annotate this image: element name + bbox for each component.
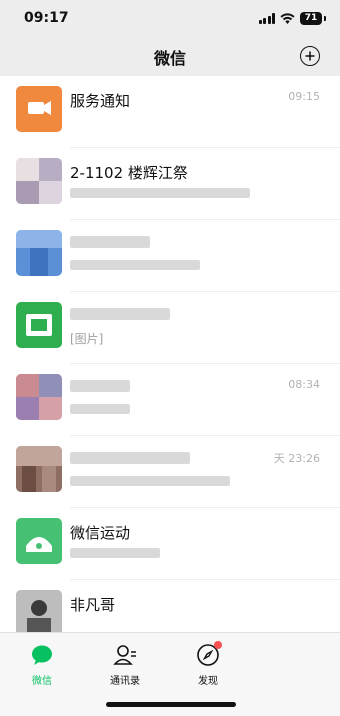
redacted-preview: [70, 548, 160, 558]
avatar: [16, 86, 62, 132]
chat-row[interactable]: 非凡哥: [0, 580, 340, 632]
contacts-icon: [113, 643, 137, 667]
battery-level: 71: [304, 13, 318, 23]
chat-name: 微信运动: [70, 524, 131, 542]
redacted-preview: [70, 260, 200, 270]
status-time: 09:17: [24, 10, 69, 26]
wifi-icon: [280, 12, 295, 24]
redacted-preview: [70, 188, 250, 198]
tab-label: 通讯录: [110, 676, 140, 687]
battery-icon: 71: [300, 11, 326, 25]
status-bar: 09:17 71: [0, 0, 340, 36]
redacted-name: [70, 308, 170, 320]
chat-row[interactable]: 2-1102 楼辉江祭: [0, 148, 340, 220]
avatar: [16, 302, 62, 348]
avatar: [16, 446, 62, 492]
avatar: [16, 590, 62, 632]
chat-row[interactable]: 08:34: [0, 364, 340, 436]
avatar: [16, 374, 62, 420]
chat-name: 2-1102 楼辉江祭: [70, 164, 188, 182]
redacted-name: [70, 380, 130, 392]
tab-label: 发现: [198, 676, 218, 687]
avatar: [16, 518, 62, 564]
plus-circle-icon: [305, 51, 315, 61]
page-title: 微信: [153, 49, 186, 68]
redacted-name: [70, 236, 150, 248]
chat-row[interactable]: 天 23:26: [0, 436, 340, 508]
chat-name: 服务通知: [70, 92, 131, 110]
redacted-preview: [70, 404, 130, 414]
tab-contacts[interactable]: 通讯录: [95, 643, 155, 693]
chat-time: 天 23:26: [273, 452, 320, 465]
chat-row[interactable]: 服务通知 09:15: [0, 76, 340, 148]
chat-name: 非凡哥: [70, 596, 116, 614]
home-indicator[interactable]: [106, 702, 236, 707]
chat-row[interactable]: [图片]: [0, 292, 340, 364]
redacted-name: [70, 452, 190, 464]
chat-preview: [图片]: [70, 332, 104, 346]
redacted-preview: [70, 476, 230, 486]
chat-row[interactable]: 微信运动: [0, 508, 340, 580]
chat-list[interactable]: 服务通知 09:15 2-1102 楼辉江祭 [图片] 08:34 天 23:2…: [0, 76, 340, 632]
tab-discover[interactable]: 发现: [178, 641, 238, 693]
notification-dot: [214, 641, 222, 649]
chat-time: 09:15: [288, 90, 320, 103]
avatar: [16, 158, 62, 204]
chat-bubble-icon: [30, 643, 54, 667]
chat-row[interactable]: [0, 220, 340, 292]
add-button[interactable]: [300, 46, 320, 66]
tab-label: 微信: [32, 676, 52, 687]
nav-bar: 微信: [0, 38, 340, 76]
status-icons: 71: [258, 11, 326, 25]
chat-time: 08:34: [288, 378, 320, 391]
cellular-signal-icon: [258, 12, 275, 24]
avatar: [16, 230, 62, 276]
tab-chats[interactable]: 微信: [12, 643, 72, 693]
compass-icon: [196, 641, 222, 667]
